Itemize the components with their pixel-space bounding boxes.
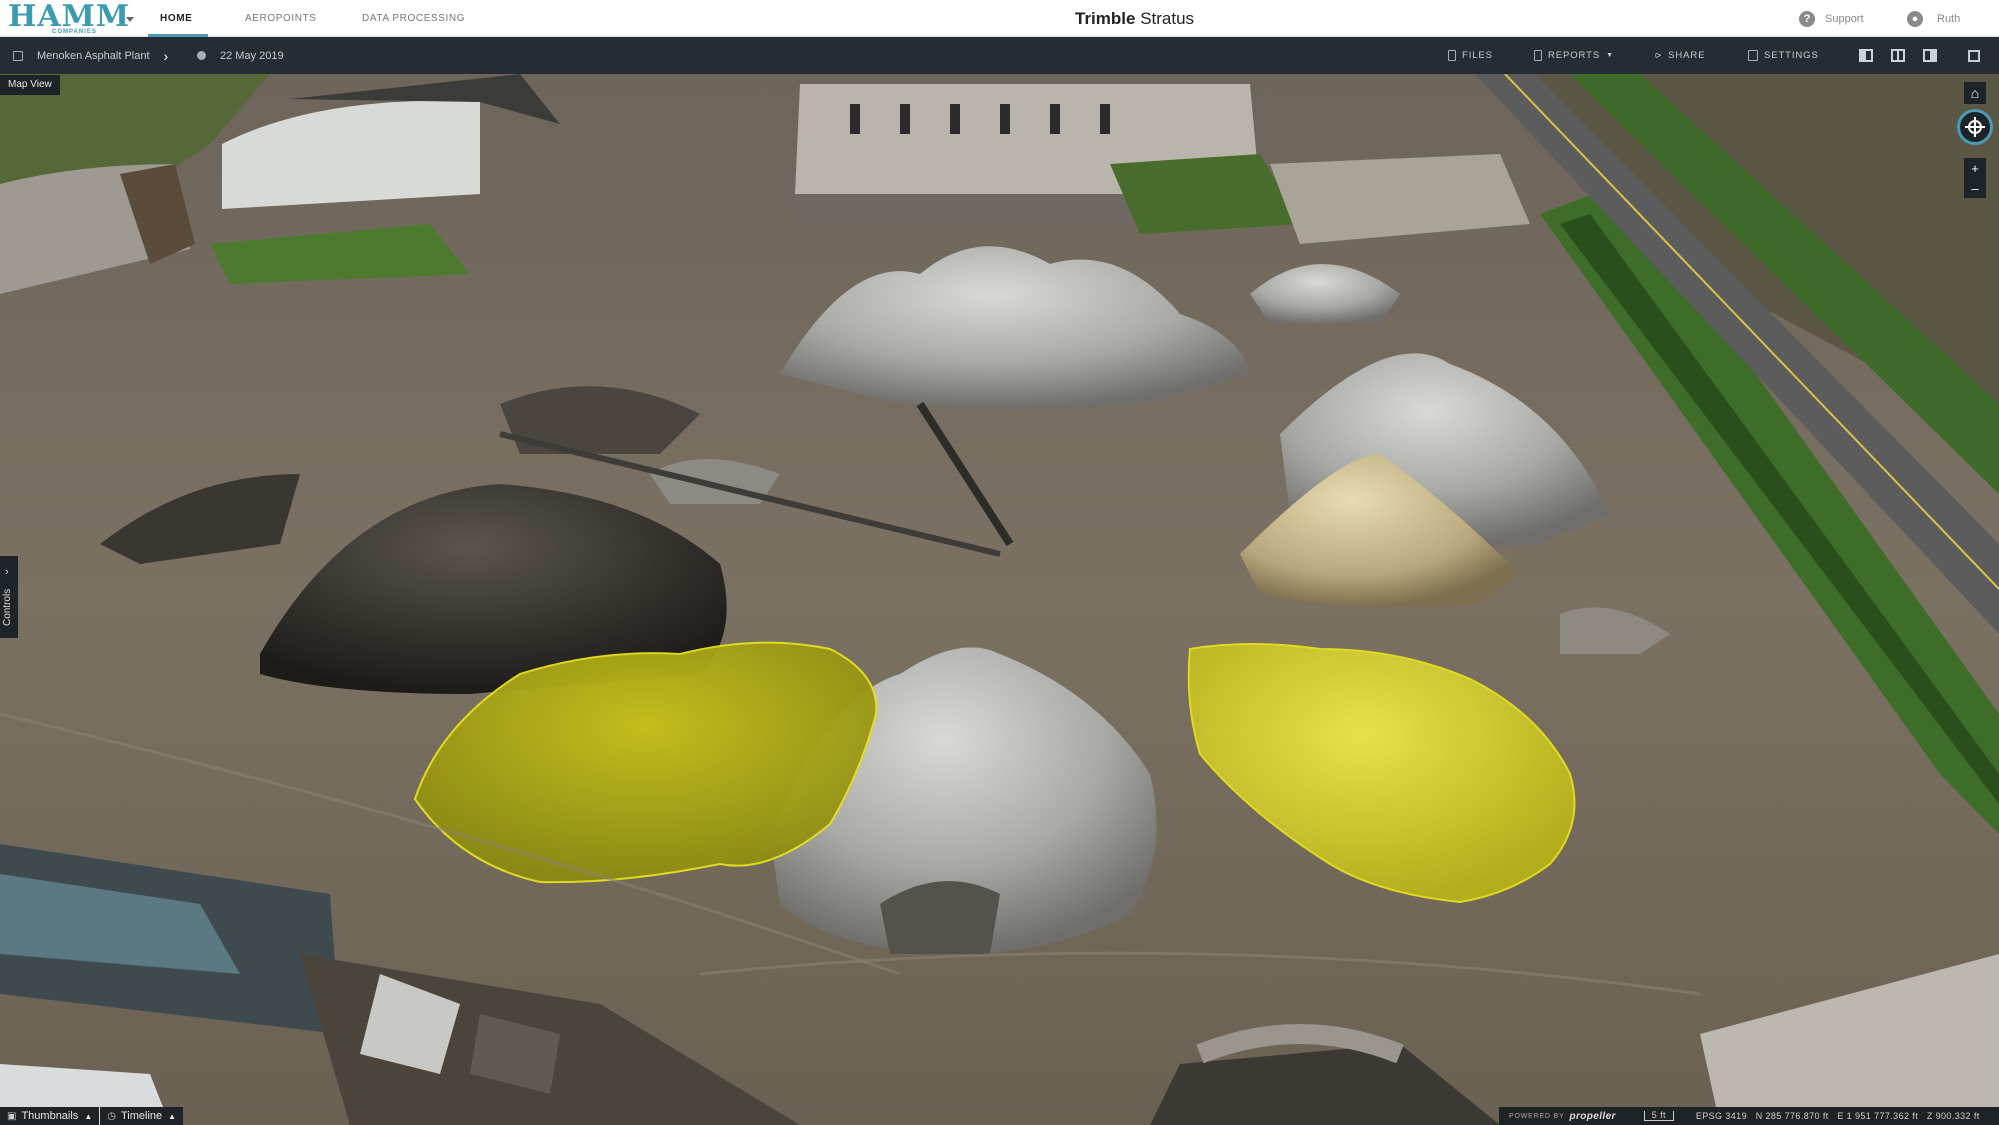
timeline-label: Timeline <box>120 1110 163 1122</box>
site-name: Menoken Asphalt Plant <box>37 49 150 62</box>
east-coordinate: E 1 951 777.362 ft <box>1837 1111 1919 1121</box>
top-navigation: HAMM COMPANIES HOME AEROPOINTS DATA PROC… <box>0 0 1999 37</box>
date-selector[interactable]: 22 May 2019 <box>197 37 284 74</box>
chevron-up-icon: ▲ <box>84 1111 93 1121</box>
fullscreen-button[interactable] <box>1968 37 1980 74</box>
share-button[interactable]: ⪧ SHARE <box>1655 37 1705 74</box>
scale-bar: 5 ft <box>1643 1111 1674 1121</box>
chevron-right-icon: › <box>5 566 9 578</box>
bottom-panel-toggles: ▣ Thumbnails ▲ ◷ Timeline ▲ <box>0 1107 184 1125</box>
help-icon: ? <box>1799 10 1815 27</box>
tab-aeropoints[interactable]: AEROPOINTS <box>245 0 317 37</box>
controls-panel-toggle[interactable]: › Controls <box>0 556 18 638</box>
chevron-up-icon: ▲ <box>168 1111 177 1121</box>
compass-control[interactable] <box>1957 109 1993 145</box>
layout-left-panel-icon[interactable] <box>1859 49 1873 62</box>
share-label: SHARE <box>1668 50 1706 61</box>
user-menu[interactable]: ● Ruth <box>1907 0 1960 37</box>
survey-date: 22 May 2019 <box>220 49 284 62</box>
site-toolbar: Menoken Asphalt Plant › 22 May 2019 FILE… <box>0 37 1999 74</box>
compass-icon <box>1965 117 1985 137</box>
site-selector[interactable]: Menoken Asphalt Plant › <box>13 37 168 74</box>
settings-label: SETTINGS <box>1764 50 1819 61</box>
clock-icon: ◷ <box>107 1110 116 1122</box>
reports-button[interactable]: REPORTS ▼ <box>1534 37 1614 74</box>
zoom-in-button[interactable]: + <box>1964 158 1986 178</box>
timeline-toggle[interactable]: ◷ Timeline ▲ <box>100 1107 184 1125</box>
reports-label: REPORTS <box>1548 50 1601 61</box>
propeller-logo: propeller <box>1569 1110 1616 1122</box>
chevron-right-icon: › <box>163 47 169 64</box>
thumbnails-toggle[interactable]: ▣ Thumbnails ▲ <box>0 1107 100 1125</box>
chevron-down-icon: ▼ <box>1606 52 1614 59</box>
layout-split-icon[interactable] <box>1891 49 1905 62</box>
layout-right-panel-icon[interactable] <box>1923 49 1937 62</box>
image-icon: ▣ <box>7 1110 17 1122</box>
zoom-control: + – <box>1964 158 1986 198</box>
tab-home[interactable]: HOME <box>147 0 210 37</box>
gear-icon <box>1748 50 1758 61</box>
tab-data-processing[interactable]: DATA PROCESSING <box>362 0 465 37</box>
fullscreen-icon <box>1968 49 1980 62</box>
map-icon <box>13 50 23 61</box>
aerial-site-view <box>0 74 1999 1125</box>
logo-subtitle: COMPANIES <box>52 29 97 35</box>
map-view-label: Map View <box>0 75 60 95</box>
file-icon <box>1448 50 1456 61</box>
z-coordinate: Z 900.332 ft <box>1926 1111 1980 1121</box>
coordinate-readout: EPSG 3419 N 285 776.870 ft E 1 951 777.3… <box>1696 1111 1980 1121</box>
home-icon[interactable]: ⌂ <box>1964 82 1986 104</box>
map-home-control: ⌂ <box>1964 82 1986 104</box>
share-icon: ⪧ <box>1655 49 1663 61</box>
brand-light: Stratus <box>1140 9 1195 28</box>
map-canvas[interactable] <box>0 74 1999 1125</box>
epsg-code: EPSG 3419 <box>1695 1111 1747 1121</box>
settings-button[interactable]: SETTINGS <box>1748 37 1819 74</box>
report-icon <box>1534 50 1542 61</box>
layout-switcher <box>1851 37 1945 74</box>
company-logo[interactable]: HAMM COMPANIES <box>8 1 134 36</box>
user-name: Ruth <box>1937 12 1961 25</box>
support-label: Support <box>1825 12 1864 25</box>
powered-by-label: POWERED BY <box>1509 1112 1565 1120</box>
user-avatar-icon: ● <box>1907 10 1923 27</box>
app-brand: Trimble Stratus <box>1075 0 1194 37</box>
thumbnails-label: Thumbnails <box>21 1110 79 1122</box>
calendar-icon <box>197 51 206 60</box>
north-coordinate: N 285 776.870 ft <box>1755 1111 1829 1121</box>
brand-bold: Trimble <box>1075 9 1136 28</box>
zoom-out-button[interactable]: – <box>1964 178 1986 198</box>
status-bar: POWERED BY propeller 5 ft EPSG 3419 N 28… <box>1499 1107 1999 1125</box>
support-link[interactable]: ? Support <box>1799 0 1864 37</box>
files-label: FILES <box>1462 50 1493 61</box>
chevron-down-icon[interactable] <box>126 17 134 22</box>
files-button[interactable]: FILES <box>1448 37 1493 74</box>
controls-label: Controls <box>2 588 13 626</box>
